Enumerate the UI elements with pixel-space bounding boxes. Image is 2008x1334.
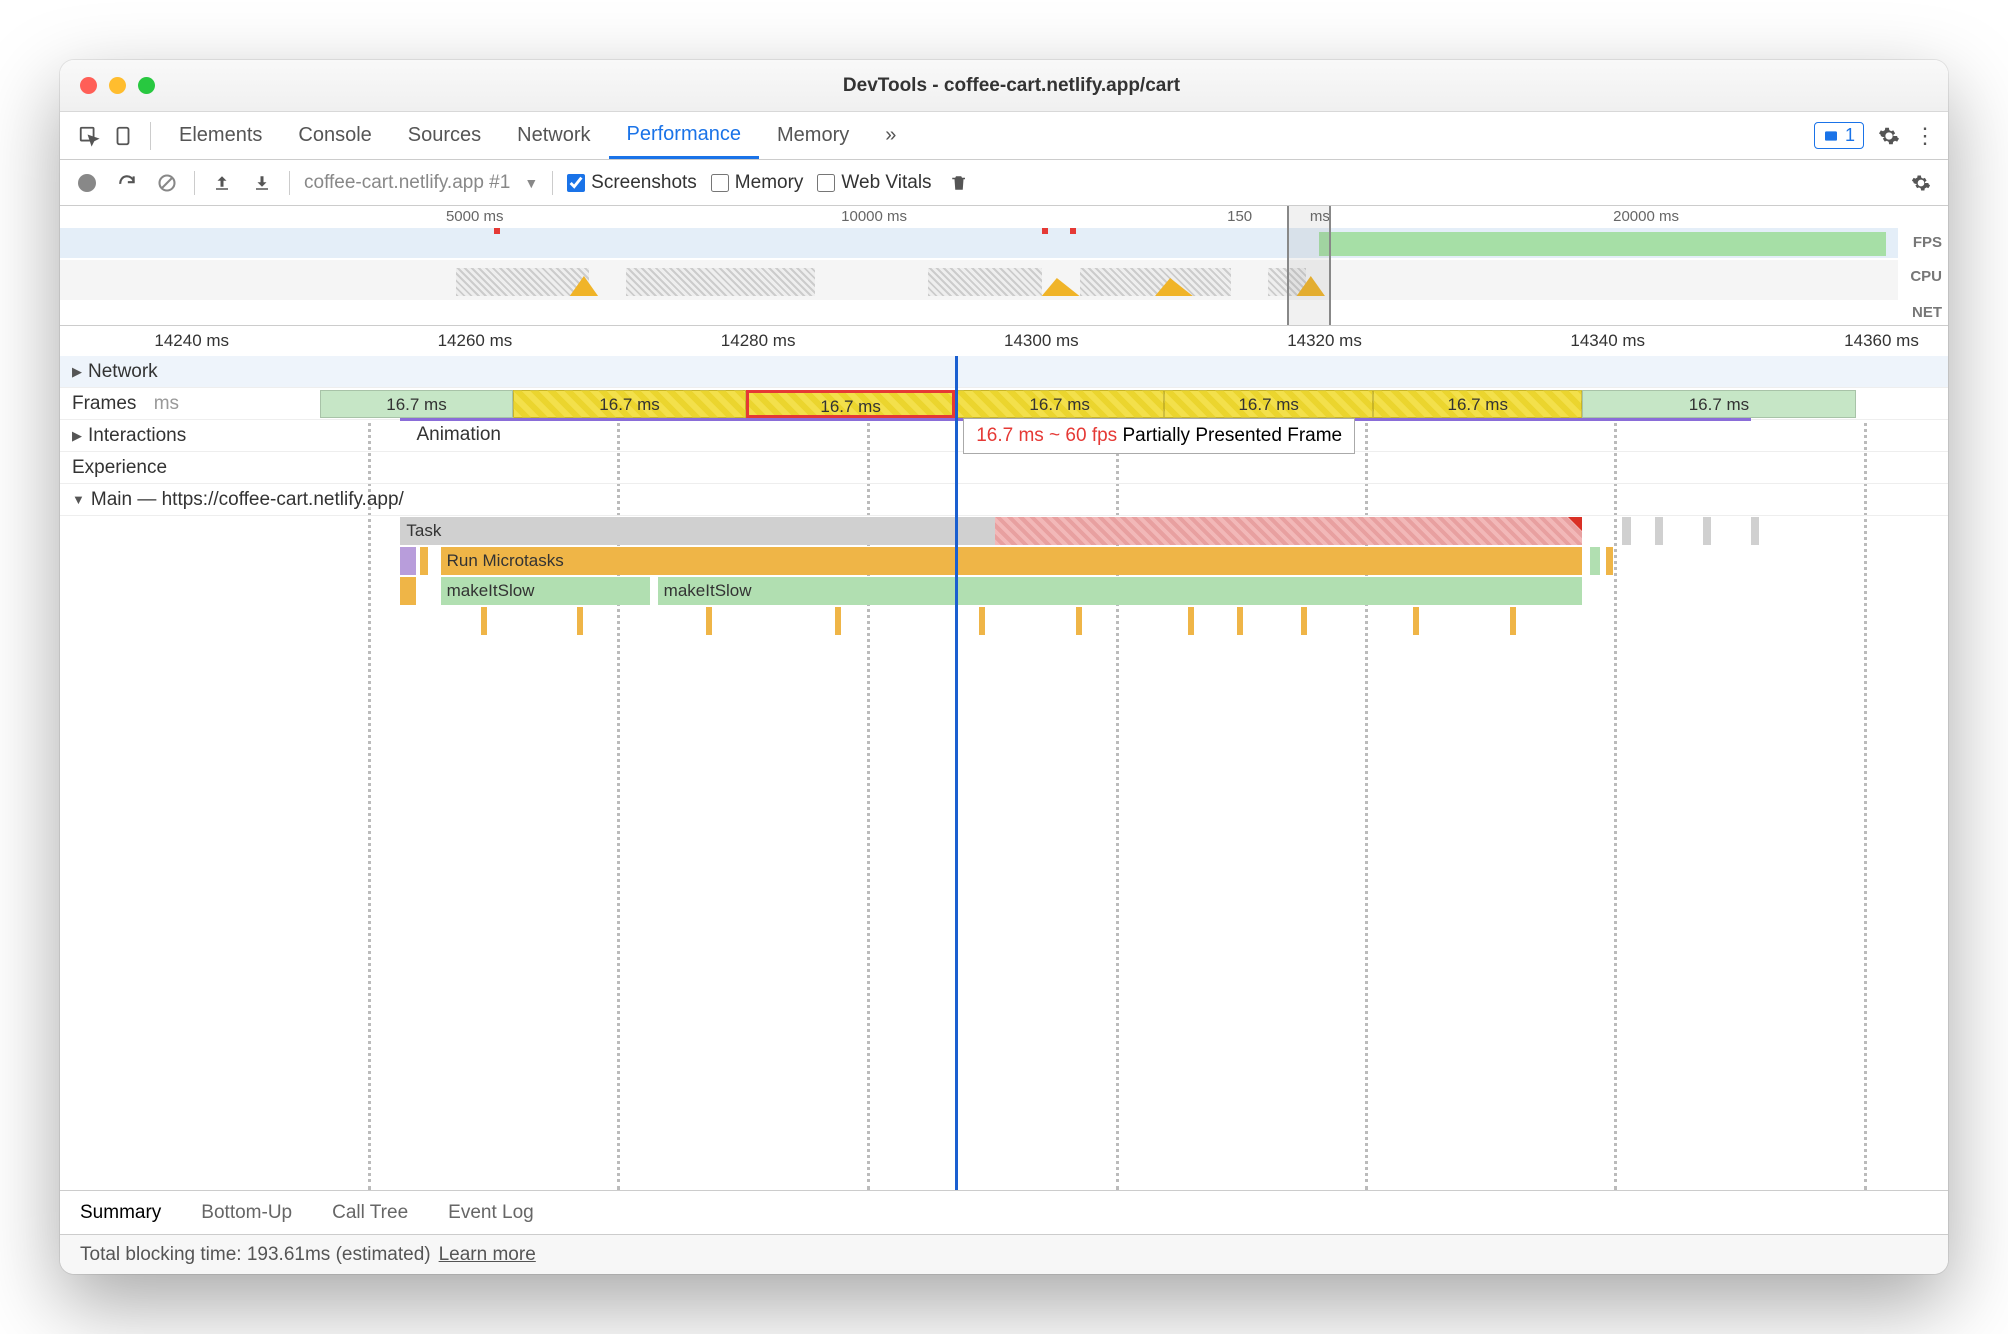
cpu-label: CPU <box>1910 268 1942 285</box>
status-bar: Total blocking time: 193.61ms (estimated… <box>60 1234 1948 1274</box>
reload-record-button[interactable] <box>114 170 140 196</box>
expand-icon[interactable]: ▶ <box>72 428 82 444</box>
minimize-button[interactable] <box>109 77 126 94</box>
tab-performance[interactable]: Performance <box>609 112 760 159</box>
experience-track[interactable]: Experience <box>60 452 1948 484</box>
interactions-track[interactable]: ▶Interactions Animation 16.7 ms ~ 60 fps… <box>60 420 1948 452</box>
tab-calltree[interactable]: Call Tree <box>332 1202 408 1224</box>
overview-tick: 5000 ms <box>446 208 504 225</box>
recording-dropdown-icon[interactable]: ▼ <box>524 175 538 191</box>
overview-tick: 150 <box>1227 208 1252 225</box>
overview-tick: 20000 ms <box>1613 208 1679 225</box>
tracks-panel[interactable]: ▶Network Frames ms 16.7 ms 16.7 ms 16.7 … <box>60 356 1948 1190</box>
expand-icon[interactable]: ▶ <box>72 364 82 380</box>
network-track[interactable]: ▶Network <box>60 356 1948 388</box>
window-title: DevTools - coffee-cart.netlify.app/cart <box>155 75 1868 97</box>
net-label: NET <box>1912 304 1942 321</box>
tab-more[interactable]: » <box>867 112 914 159</box>
flame-task-long[interactable] <box>995 517 1582 545</box>
panel-tabs: Elements Console Sources Network Perform… <box>60 112 1948 160</box>
frame[interactable]: 16.7 ms <box>513 390 746 418</box>
upload-icon[interactable] <box>209 170 235 196</box>
settings-icon[interactable] <box>1878 125 1900 147</box>
close-button[interactable] <box>80 77 97 94</box>
record-button[interactable] <box>74 170 100 196</box>
blocking-time-text: Total blocking time: 193.61ms (estimated… <box>80 1244 431 1266</box>
animation-label: Animation <box>416 424 501 446</box>
download-icon[interactable] <box>249 170 275 196</box>
flame-fn[interactable]: makeItSlow <box>658 577 1583 605</box>
recording-name[interactable]: coffee-cart.netlify.app #1 <box>304 172 510 194</box>
learn-more-link[interactable]: Learn more <box>439 1244 536 1266</box>
fps-label: FPS <box>1913 234 1942 251</box>
details-tabs: Summary Bottom-Up Call Tree Event Log <box>60 1190 1948 1234</box>
maximize-button[interactable] <box>138 77 155 94</box>
memory-checkbox[interactable]: Memory <box>711 172 804 194</box>
screenshots-checkbox[interactable]: Screenshots <box>567 172 697 194</box>
traffic-lights <box>80 77 155 94</box>
flame-task[interactable]: Task <box>400 517 995 545</box>
devtools-window: DevTools - coffee-cart.netlify.app/cart … <box>60 60 1948 1274</box>
tab-eventlog[interactable]: Event Log <box>448 1202 534 1224</box>
issues-badge[interactable]: 1 <box>1814 122 1864 149</box>
flame-chart[interactable]: Task Run Microtasks makeItSlow makeItSlo… <box>320 516 1928 636</box>
main-track-header[interactable]: ▼Main — https://coffee-cart.netlify.app/ <box>60 484 1948 516</box>
perf-toolbar: coffee-cart.netlify.app #1 ▼ Screenshots… <box>60 160 1948 206</box>
frame[interactable]: 16.7 ms <box>1373 390 1582 418</box>
collapse-icon[interactable]: ▼ <box>72 492 85 507</box>
titlebar: DevTools - coffee-cart.netlify.app/cart <box>60 60 1948 112</box>
tab-bottomup[interactable]: Bottom-Up <box>201 1202 292 1224</box>
kebab-icon[interactable]: ⋮ <box>1914 123 1936 149</box>
frame[interactable]: 16.7 ms <box>955 390 1164 418</box>
frame-selected[interactable]: 16.7 ms <box>746 390 955 418</box>
inspect-icon[interactable] <box>72 119 106 153</box>
webvitals-checkbox[interactable]: Web Vitals <box>817 172 931 194</box>
trash-icon[interactable] <box>946 170 972 196</box>
frame[interactable]: 16.7 ms <box>320 390 513 418</box>
tab-elements[interactable]: Elements <box>161 112 280 159</box>
tab-sources[interactable]: Sources <box>390 112 499 159</box>
overview-tick: 10000 ms <box>841 208 907 225</box>
issues-count: 1 <box>1845 125 1855 146</box>
flame-microtasks[interactable]: Run Microtasks <box>441 547 1583 575</box>
flame-fn[interactable]: makeItSlow <box>441 577 650 605</box>
timeline-overview[interactable]: 5000 ms 10000 ms 150 ms 20000 ms FPS CPU… <box>60 206 1948 326</box>
perf-settings-icon[interactable] <box>1908 170 1934 196</box>
tab-console[interactable]: Console <box>280 112 389 159</box>
frame-tooltip: 16.7 ms ~ 60 fps Partially Presented Fra… <box>963 418 1355 454</box>
tab-summary[interactable]: Summary <box>80 1202 161 1224</box>
frame[interactable]: 16.7 ms <box>1164 390 1373 418</box>
device-icon[interactable] <box>106 119 140 153</box>
tab-network[interactable]: Network <box>499 112 608 159</box>
clear-button[interactable] <box>154 170 180 196</box>
time-ruler[interactable]: 14240 ms 14260 ms 14280 ms 14300 ms 1432… <box>60 326 1948 356</box>
tab-memory[interactable]: Memory <box>759 112 867 159</box>
frames-track[interactable]: Frames ms 16.7 ms 16.7 ms 16.7 ms 16.7 m… <box>60 388 1948 420</box>
frame[interactable]: 16.7 ms <box>1582 390 1855 418</box>
